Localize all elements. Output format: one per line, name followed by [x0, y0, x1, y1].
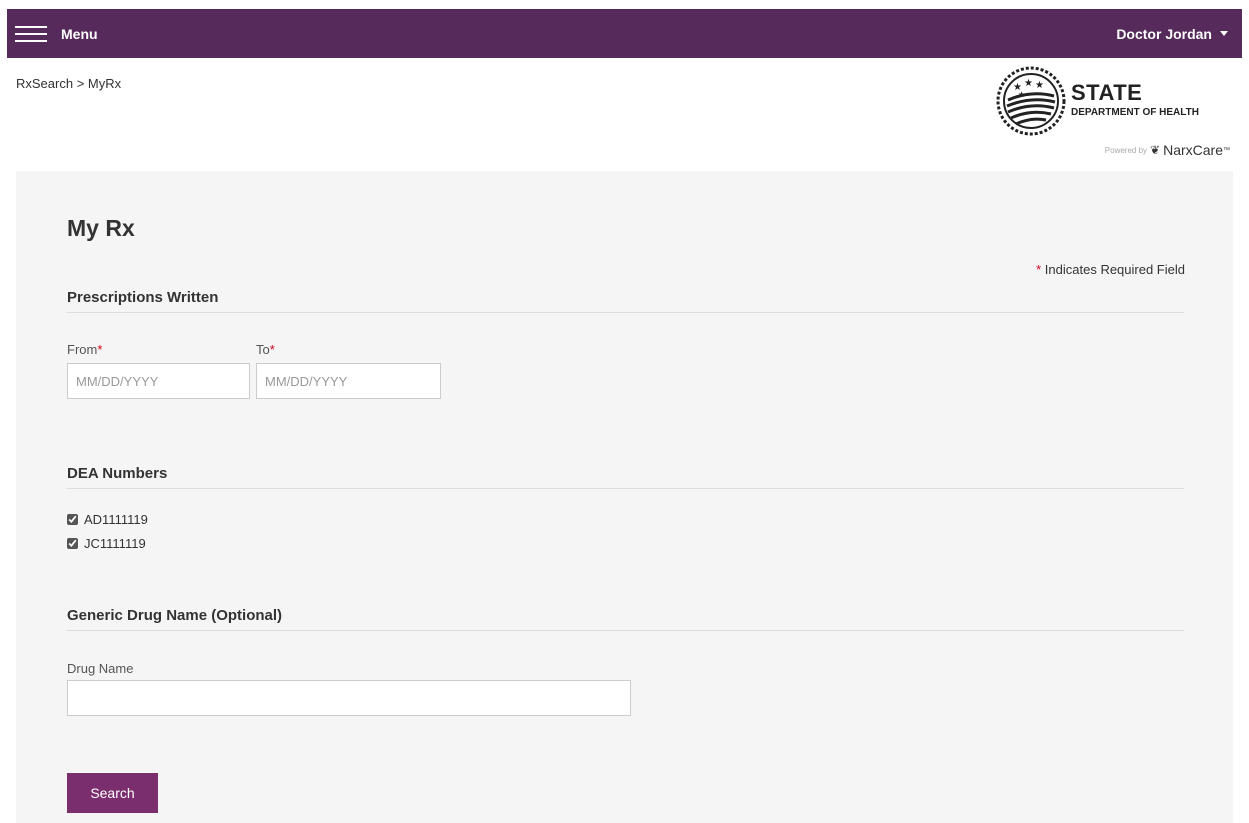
breadcrumb-rxsearch-link[interactable]: RxSearch: [16, 76, 73, 91]
prescriptions-written-heading: Prescriptions Written: [67, 289, 1184, 313]
to-required-marker: *: [269, 342, 275, 357]
svg-text:★: ★: [1024, 78, 1033, 89]
dea-number-label: JC1111119: [84, 536, 146, 551]
breadcrumb: RxSearch > MyRx: [16, 76, 121, 91]
dea-checkbox-row[interactable]: JC1111119: [67, 536, 146, 551]
menu-button[interactable]: Menu: [15, 24, 98, 44]
from-date-label: From*: [67, 342, 102, 357]
user-menu[interactable]: Doctor Jordan: [1116, 26, 1228, 42]
dea-number-label: AD1111119: [84, 512, 148, 527]
state-health-logo: ★ ★ ★ ★ STATE DEPARTMENT OF HEALTH Power…: [996, 66, 1236, 161]
narxcare-brand: NarxCare: [1163, 142, 1223, 158]
to-label-text: To: [256, 342, 270, 357]
logo-subtitle: DEPARTMENT OF HEALTH: [1071, 107, 1199, 118]
powered-by-text: Powered by: [1104, 145, 1148, 155]
chevron-down-icon: [1220, 31, 1228, 36]
menu-label: Menu: [61, 25, 98, 42]
drug-name-label: Drug Name: [67, 661, 134, 676]
breadcrumb-current: MyRx: [87, 76, 122, 91]
from-date-input[interactable]: [67, 363, 250, 399]
required-marker: *: [1036, 262, 1042, 277]
search-button[interactable]: Search: [67, 773, 158, 813]
trademark-symbol: ™: [1223, 146, 1230, 154]
from-label-text: From: [67, 342, 98, 357]
hamburger-icon: [15, 24, 47, 44]
required-field-note: * Indicates Required Field: [1036, 262, 1185, 277]
narxcare-leaf-icon: ❦: [1150, 143, 1161, 157]
powered-by: Powered by ❦ NarxCare ™: [1105, 142, 1230, 158]
drug-name-input[interactable]: [67, 680, 631, 716]
user-name: Doctor Jordan: [1116, 25, 1212, 42]
svg-text:★: ★: [1018, 90, 1025, 99]
top-navigation-bar: Menu Doctor Jordan: [7, 9, 1242, 58]
dea-checkbox[interactable]: [67, 514, 78, 525]
dea-checkbox[interactable]: [67, 538, 78, 549]
page-title: My Rx: [67, 215, 135, 241]
generic-drug-name-heading: Generic Drug Name (Optional): [67, 607, 1184, 631]
to-date-label: To*: [256, 342, 275, 357]
myrx-form-panel: My Rx * Indicates Required Field Prescri…: [16, 171, 1233, 823]
dea-numbers-heading: DEA Numbers: [67, 465, 1184, 489]
to-date-input[interactable]: [256, 363, 441, 399]
logo-title: STATE: [1071, 80, 1143, 105]
required-note-text: Indicates Required Field: [1044, 262, 1185, 277]
breadcrumb-separator: >: [76, 76, 85, 91]
state-seal-icon: ★ ★ ★ ★: [996, 66, 1066, 136]
svg-text:★: ★: [1035, 80, 1044, 91]
from-required-marker: *: [97, 342, 103, 357]
dea-checkbox-row[interactable]: AD1111119: [67, 512, 148, 527]
